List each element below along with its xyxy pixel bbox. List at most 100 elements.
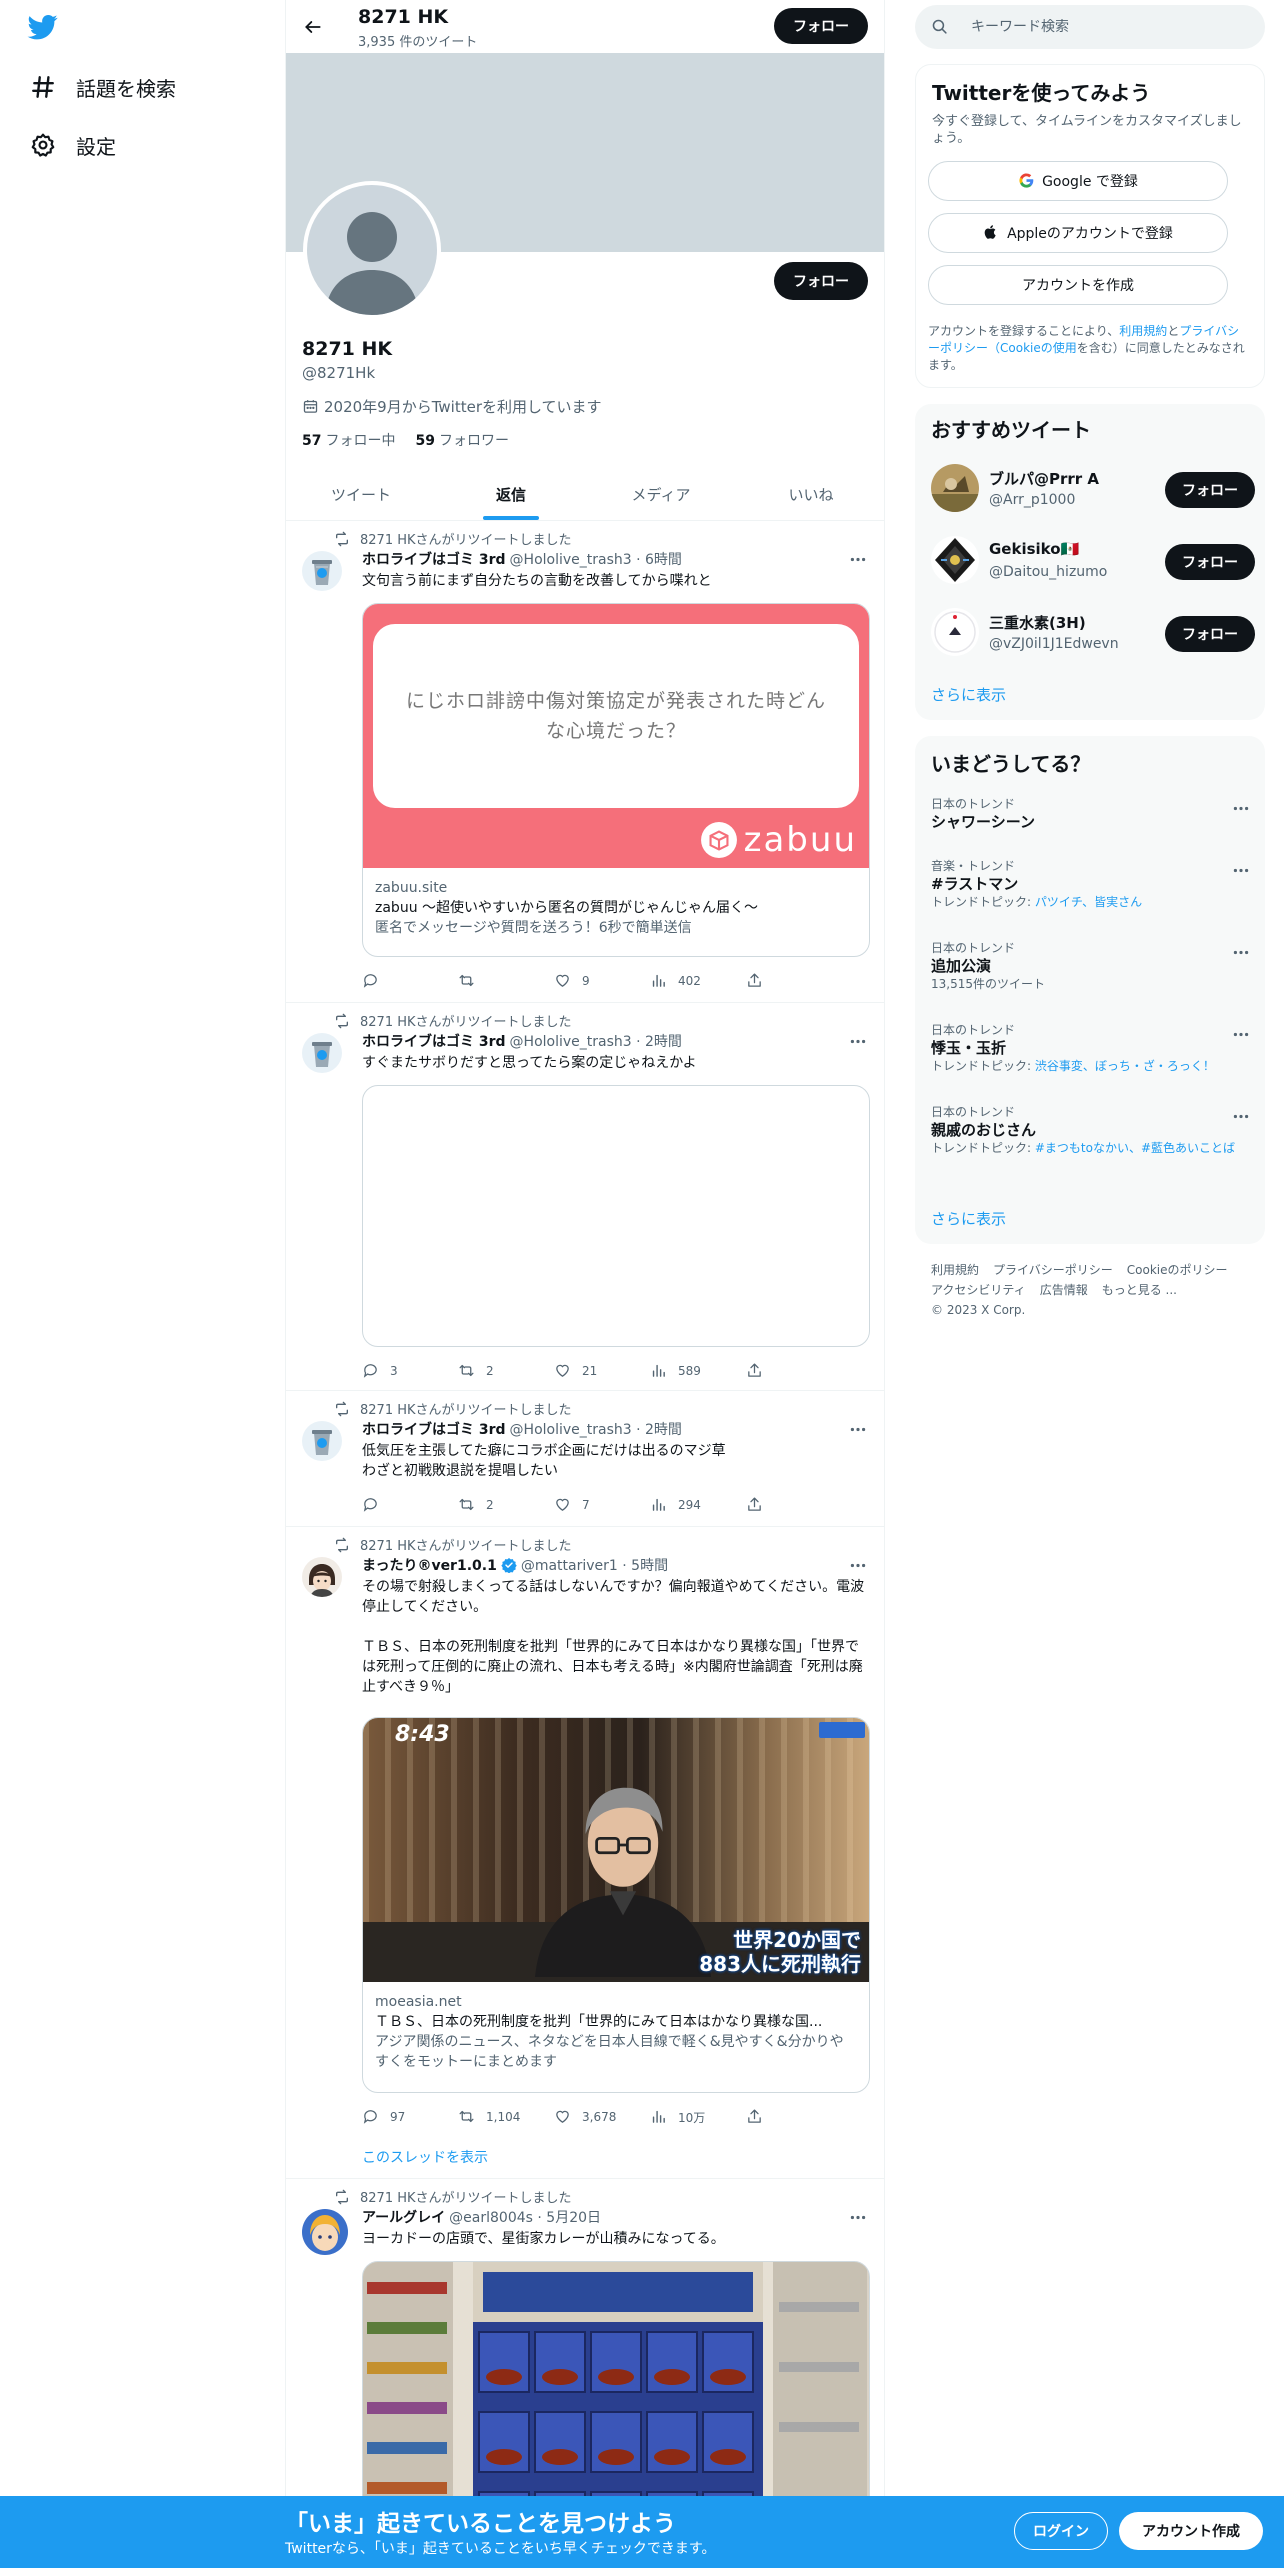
nav-explore[interactable]: 話題を検索 (28, 63, 176, 111)
more-options-icon[interactable] (848, 2209, 868, 2225)
footer-link[interactable]: Cookieのポリシー (1127, 1260, 1228, 1280)
trend-item[interactable]: 日本のトレンド 追加公演 13,515件のツイート (931, 940, 1251, 992)
share-button[interactable] (746, 971, 776, 991)
tweet-1[interactable]: 8271 HKさんがリツイートしました ホロライブはゴミ 3rd @Hololi… (286, 521, 884, 1003)
trend-item[interactable]: 音楽・トレンド #ラストマン トレンドトピック: パツイチ、皆実さん (931, 858, 1251, 910)
more-options-icon[interactable] (848, 551, 868, 567)
profile-avatar[interactable] (303, 181, 441, 319)
reply-button[interactable] (362, 1495, 458, 1515)
search-input[interactable] (971, 19, 1231, 35)
more-options-icon[interactable] (848, 1421, 868, 1437)
author-name[interactable]: まったり®ver1.0.1 (362, 1555, 497, 1575)
twitter-bird-icon[interactable] (26, 12, 66, 44)
avatar[interactable] (302, 1421, 342, 1461)
profile-joined: 2020年9月からTwitterを利用しています (302, 396, 602, 417)
retweet-button[interactable]: 2 (458, 1361, 554, 1381)
like-button[interactable]: 9 (554, 971, 650, 991)
recommended-account-2[interactable]: Gekisiko🇲🇽 @Daitou_hizumo フォロー (931, 532, 1255, 588)
author-name[interactable]: アールグレイ (362, 2207, 445, 2227)
tab-replies[interactable]: 返信 (436, 468, 586, 520)
author-name[interactable]: ホロライブはゴミ 3rd (362, 1031, 506, 1051)
share-button[interactable] (746, 1361, 776, 1381)
terms-link[interactable]: 利用規約 (1119, 324, 1167, 338)
footer-link[interactable]: プライバシーポリシー (993, 1260, 1113, 1280)
tweet-author: ホロライブはゴミ 3rd @Hololive_trash3 · 2時間 (362, 1031, 826, 1051)
tab-likes[interactable]: いいね (736, 468, 884, 520)
follow-button[interactable]: フォロー (1165, 472, 1255, 508)
avatar[interactable] (302, 1033, 342, 1073)
back-arrow-icon[interactable] (296, 10, 330, 44)
recommended-account-3[interactable]: 三重水素(3H) @vZJ0il1J1Edwevn フォロー (931, 604, 1255, 660)
header-follow-button[interactable]: フォロー (774, 8, 868, 44)
tab-tweets[interactable]: ツイート (286, 468, 436, 520)
author-handle[interactable]: @mattariver1 · 5時間 (521, 1555, 668, 1575)
author-handle[interactable]: @Hololive_trash3 · 6時間 (510, 549, 682, 569)
show-thread-link[interactable]: このスレッドを表示 (362, 2147, 488, 2167)
retweet-button[interactable] (458, 971, 554, 991)
share-button[interactable] (746, 2107, 776, 2127)
zabuu-box-icon (700, 822, 737, 858)
followers-link[interactable]: 59 フォロワー (415, 430, 508, 450)
recommended-show-more[interactable]: さらに表示 (931, 684, 1006, 705)
more-options-icon[interactable] (848, 1033, 868, 1049)
footer-link[interactable]: もっと見る ... (1102, 1280, 1177, 1300)
google-logo-icon (1018, 172, 1036, 190)
signup-button[interactable]: アカウント作成 (1119, 2512, 1263, 2550)
like-button[interactable]: 3,678 (554, 2107, 650, 2127)
trends-show-more[interactable]: さらに表示 (931, 1208, 1006, 1229)
views-button[interactable]: 294 (650, 1495, 746, 1515)
link-card[interactable]: 8:43 世界20か国で 883人に死刑執行 moeasia.net ＴＢＳ、日… (362, 1717, 870, 2093)
login-button[interactable]: ログイン (1014, 2512, 1108, 2550)
google-signup-button[interactable]: Google で登録 (928, 161, 1228, 201)
embedded-media-placeholder[interactable] (362, 1085, 870, 1347)
author-name[interactable]: ホロライブはゴミ 3rd (362, 549, 506, 569)
follow-button[interactable]: フォロー (1165, 616, 1255, 652)
profile-follow-button[interactable]: フォロー (774, 262, 868, 300)
footer-link[interactable]: 広告情報 (1040, 1280, 1088, 1300)
views-button[interactable]: 402 (650, 971, 746, 991)
link-card[interactable]: にじホロ誹謗中傷対策協定が発表された時どんな心境だった？ zabuu zabuu… (362, 603, 870, 957)
author-name[interactable]: ホロライブはゴミ 3rd (362, 1419, 506, 1439)
views-button[interactable]: 589 (650, 1361, 746, 1381)
reply-button[interactable]: 3 (362, 1361, 458, 1381)
retweet-button[interactable]: 2 (458, 1495, 554, 1515)
more-options-icon[interactable] (1231, 944, 1251, 960)
tab-media[interactable]: メディア (586, 468, 736, 520)
trends-title: いまどうしてる？ (931, 752, 1091, 776)
more-options-icon[interactable] (848, 1557, 868, 1573)
author-handle[interactable]: @Hololive_trash3 · 2時間 (510, 1031, 682, 1051)
tweet-4[interactable]: 8271 HKさんがリツイートしました まったり®ver1.0.1 @matta… (286, 1527, 884, 2179)
more-options-icon[interactable] (1231, 1026, 1251, 1042)
more-options-icon[interactable] (1231, 800, 1251, 816)
author-handle[interactable]: @earl8004s · 5月20日 (449, 2207, 601, 2227)
more-options-icon[interactable] (1231, 1108, 1251, 1124)
following-link[interactable]: 57 フォロー中 (302, 430, 395, 450)
like-button[interactable]: 7 (554, 1495, 650, 1515)
tweet-2[interactable]: 8271 HKさんがリツイートしました ホロライブはゴミ 3rd @Hololi… (286, 1003, 884, 1391)
trend-item[interactable]: 日本のトレンド 親戚のおじさん トレンドトピック: #まつもtoなかい、#藍色あ… (931, 1104, 1251, 1156)
like-button[interactable]: 21 (554, 1361, 650, 1381)
avatar[interactable] (302, 2209, 348, 2255)
bottom-bar-subtitle: Twitterなら、「いま」起きていることをいち早くチェックできます。 (285, 2541, 716, 2557)
footer-link[interactable]: アクセシビリティ (931, 1280, 1026, 1300)
create-account-button[interactable]: アカウントを作成 (928, 265, 1228, 305)
footer-link[interactable]: 利用規約 (931, 1260, 979, 1280)
tweet-3[interactable]: 8271 HKさんがリツイートしました ホロライブはゴミ 3rd @Hololi… (286, 1391, 884, 1527)
reply-button[interactable] (362, 971, 458, 991)
share-button[interactable] (746, 1495, 776, 1515)
trend-item[interactable]: 日本のトレンド 悸玉・玉折 トレンドトピック: 渋谷事変、ぼっち・ざ・ろっく！ (931, 1022, 1251, 1074)
avatar[interactable] (302, 1557, 342, 1597)
views-button[interactable]: 10万 (650, 2107, 746, 2127)
author-handle[interactable]: @Hololive_trash3 · 2時間 (510, 1419, 682, 1439)
trend-item[interactable]: 日本のトレンド シャワーシーン (931, 796, 1251, 832)
search-box[interactable] (915, 5, 1265, 49)
retweet-button[interactable]: 1,104 (458, 2107, 554, 2127)
reply-button[interactable]: 97 (362, 2107, 458, 2127)
apple-signup-button[interactable]: Appleのアカウントで登録 (928, 213, 1228, 253)
profile-joined-text: 2020年9月からTwitterを利用しています (324, 398, 602, 416)
more-options-icon[interactable] (1231, 862, 1251, 878)
recommended-account-1[interactable]: ブルパ@Prrr A @Arr_p1000 フォロー (931, 460, 1255, 516)
follow-button[interactable]: フォロー (1165, 544, 1255, 580)
avatar[interactable] (302, 551, 342, 591)
nav-settings[interactable]: 設定 (28, 121, 116, 169)
